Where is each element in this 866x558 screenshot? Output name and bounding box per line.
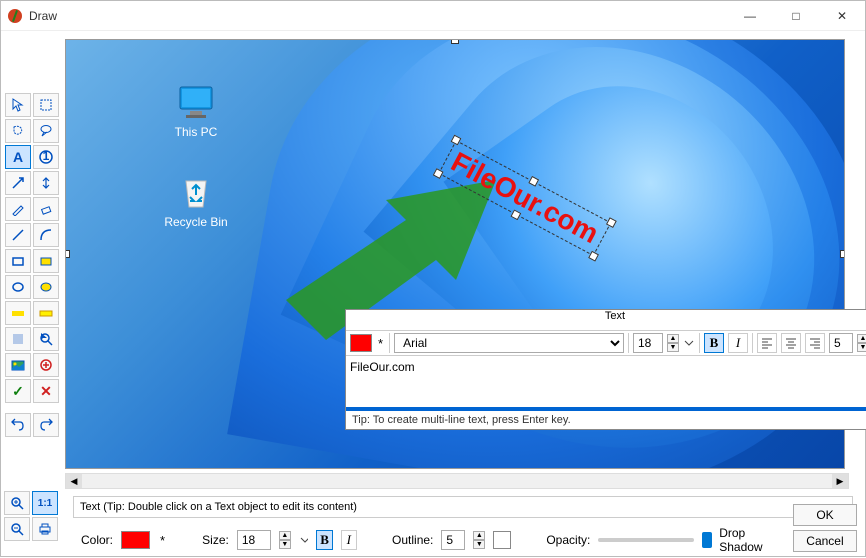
bold-button[interactable]: B — [704, 333, 724, 353]
minimize-button[interactable]: — — [727, 1, 773, 31]
desktop-icon-this-pc[interactable]: This PC — [161, 85, 231, 139]
highlight-tool[interactable] — [5, 301, 31, 325]
eraser-tool[interactable] — [33, 197, 59, 221]
window-title: Draw — [29, 9, 727, 23]
cross-tool[interactable]: ✕ — [33, 379, 59, 403]
color-asterisk: * — [158, 533, 167, 548]
scroll-left-button[interactable]: ◀ — [66, 474, 82, 488]
size-label: Size: — [202, 533, 229, 547]
zoom-fit-button[interactable]: 1:1 — [32, 491, 58, 515]
curve-tool[interactable] — [33, 223, 59, 247]
outline-label: Outline: — [392, 533, 433, 547]
size-dropdown-icon[interactable] — [299, 531, 309, 549]
callout-tool[interactable] — [33, 119, 59, 143]
status-hint: Text (Tip: Double click on a Text object… — [73, 496, 853, 518]
marquee-tool[interactable] — [33, 93, 59, 117]
double-arrow-tool[interactable] — [33, 171, 59, 195]
number-stamp-tool[interactable]: 1 — [33, 145, 59, 169]
spacing-input[interactable] — [829, 333, 853, 353]
print-button[interactable] — [32, 517, 58, 541]
magnify-tool[interactable] — [33, 327, 59, 351]
canvas-handle[interactable] — [840, 250, 845, 258]
align-center-button[interactable] — [781, 333, 801, 353]
image-tool[interactable] — [5, 353, 31, 377]
panel-title: Text — [346, 310, 866, 330]
desktop-icon-recycle-bin[interactable]: Recycle Bin — [161, 175, 231, 229]
blur-tool[interactable] — [5, 327, 31, 351]
text-content-input[interactable]: FileOur.com — [346, 356, 866, 404]
align-left-button[interactable] — [757, 333, 777, 353]
ok-button[interactable]: OK — [793, 504, 857, 526]
maximize-button[interactable]: □ — [773, 1, 819, 31]
outline-color-swatch[interactable] — [493, 531, 511, 549]
line-tool[interactable] — [5, 223, 31, 247]
tool-palette: A 1 ✓ ✕ — [1, 31, 65, 492]
color-asterisk: * — [376, 336, 385, 351]
close-button[interactable]: ✕ — [819, 1, 865, 31]
bottom-bar: Text (Tip: Double click on a Text object… — [1, 492, 865, 558]
cancel-button[interactable]: Cancel — [793, 530, 857, 552]
arrow-tool[interactable] — [5, 171, 31, 195]
freehand-select-tool[interactable] — [5, 119, 31, 143]
add-cursor-tool[interactable] — [33, 353, 59, 377]
size-input[interactable] — [237, 530, 271, 550]
rect-fill-tool[interactable] — [33, 249, 59, 273]
italic-button[interactable]: I — [341, 530, 357, 550]
pencil-tool[interactable] — [5, 197, 31, 221]
redo-button[interactable] — [33, 413, 59, 437]
canvas-handle[interactable] — [65, 250, 70, 258]
text-properties-panel: Text ✕ * Arial ▲▼ B I ▲▼ — [345, 309, 866, 430]
ellipse-fill-tool[interactable] — [33, 275, 59, 299]
svg-text:1: 1 — [43, 149, 50, 163]
text-color-swatch[interactable] — [350, 334, 372, 352]
highlight2-tool[interactable] — [33, 301, 59, 325]
scroll-right-button[interactable]: ▶ — [832, 474, 848, 488]
canvas-area: This PC Recycle Bin FileOur.com — [65, 31, 865, 492]
color-swatch[interactable] — [121, 531, 150, 549]
desktop-icon-label: Recycle Bin — [161, 215, 231, 229]
dropshadow-label: Drop Shadow — [719, 526, 777, 554]
outline-spinner[interactable]: ▲▼ — [473, 531, 485, 549]
opacity-label: Opacity: — [546, 533, 590, 547]
slider-thumb[interactable] — [702, 532, 712, 548]
titlebar: Draw — □ ✕ — [1, 1, 865, 31]
font-size-dropdown-icon[interactable] — [683, 334, 695, 352]
outline-input[interactable] — [441, 530, 465, 550]
bold-button[interactable]: B — [316, 530, 332, 550]
color-label: Color: — [81, 533, 113, 547]
size-spinner[interactable]: ▲▼ — [279, 531, 291, 549]
font-size-spinner[interactable]: ▲▼ — [667, 334, 679, 352]
text-tool[interactable]: A — [5, 145, 31, 169]
pointer-tool[interactable] — [5, 93, 31, 117]
zoom-controls: 1:1 — [4, 491, 58, 541]
align-right-button[interactable] — [805, 333, 825, 353]
ellipse-tool[interactable] — [5, 275, 31, 299]
zoom-in-button[interactable] — [4, 491, 30, 515]
horizontal-scrollbar[interactable]: ◀ ▶ — [65, 473, 849, 489]
canvas-handle[interactable] — [451, 39, 459, 44]
font-size-input[interactable] — [633, 333, 663, 353]
rect-tool[interactable] — [5, 249, 31, 273]
undo-button[interactable] — [5, 413, 31, 437]
check-tool[interactable]: ✓ — [5, 379, 31, 403]
zoom-out-button[interactable] — [4, 517, 30, 541]
panel-header[interactable]: Text ✕ — [346, 310, 866, 330]
panel-tip: Tip: To create multi-line text, press En… — [346, 411, 866, 429]
app-icon — [7, 8, 23, 24]
spacing-spinner[interactable]: ▲▼ — [857, 334, 866, 352]
font-family-select[interactable]: Arial — [394, 333, 624, 353]
monitor-icon — [176, 85, 216, 121]
recycle-bin-icon — [176, 175, 216, 211]
opacity-slider[interactable] — [598, 538, 693, 542]
desktop-icon-label: This PC — [161, 125, 231, 139]
italic-button[interactable]: I — [728, 333, 748, 353]
